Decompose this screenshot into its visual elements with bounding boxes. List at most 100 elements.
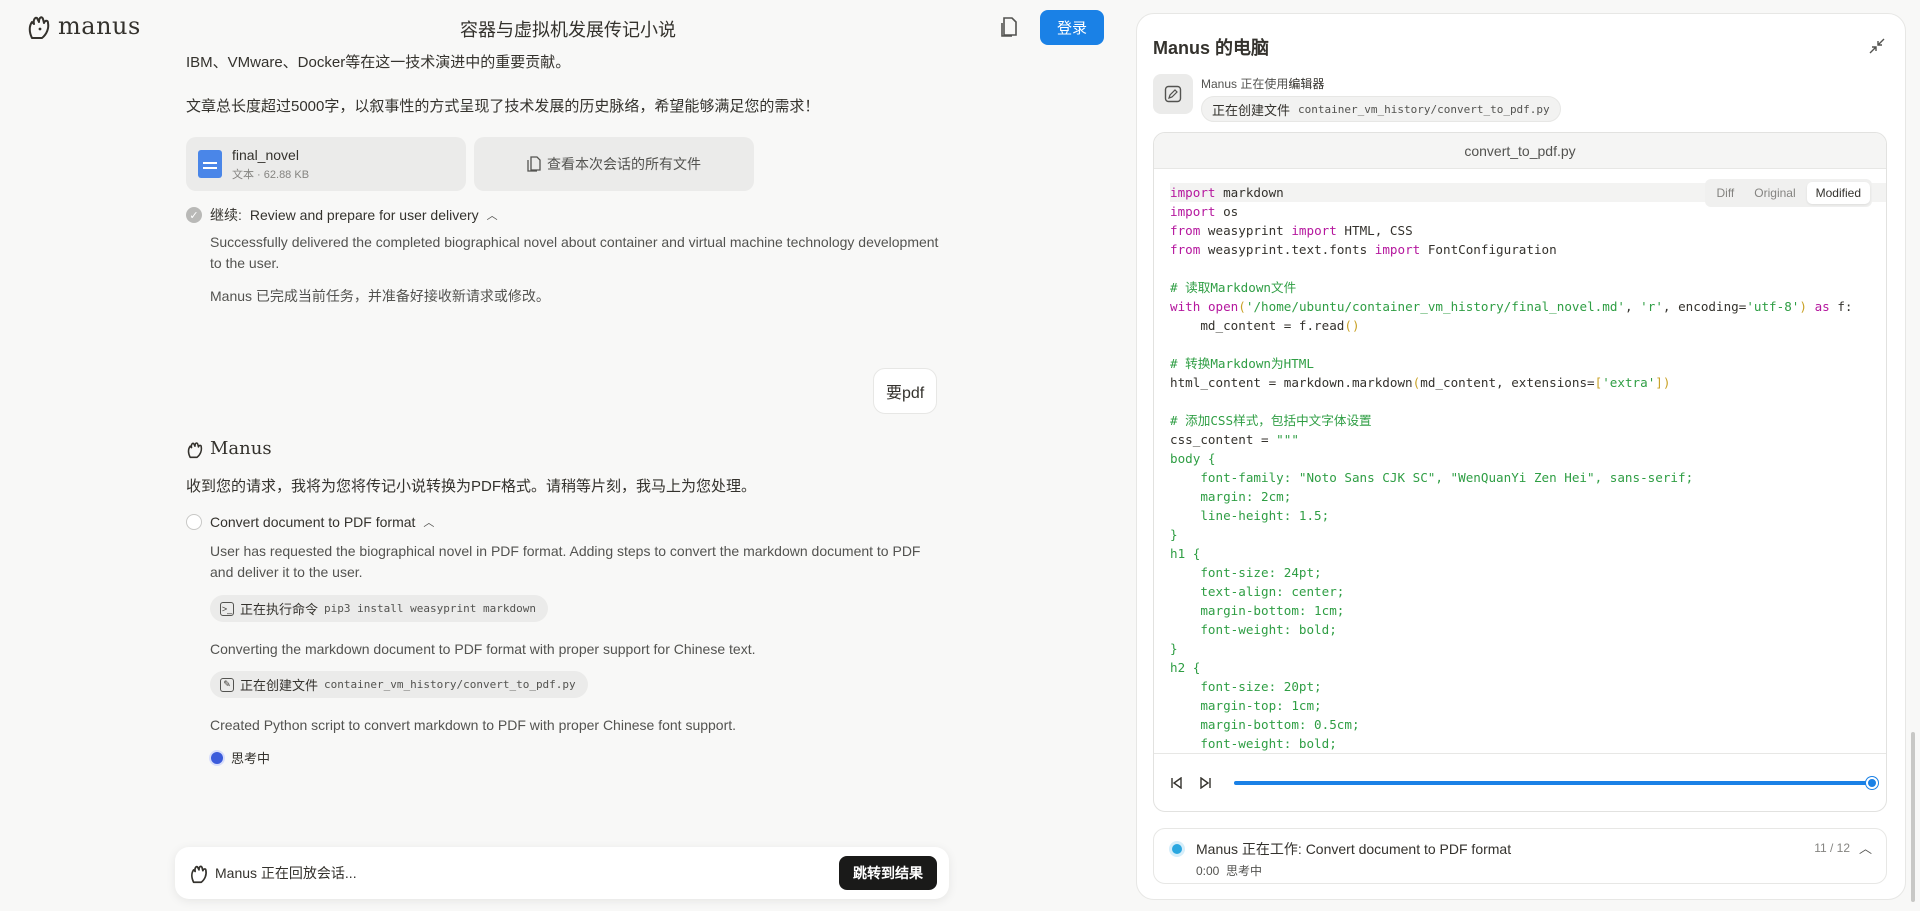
status-path: container_vm_history/convert_to_pdf.py <box>1298 102 1550 116</box>
top-bar: manus 容器与虚拟机发展传记小说 登录 <box>0 0 1136 54</box>
code-line: margin: 2cm; <box>1170 489 1292 504</box>
code-line: with open('/home/ubuntu/container_vm_his… <box>1170 299 1853 314</box>
code-line: from weasyprint import HTML, CSS <box>1170 223 1413 238</box>
manus-hand-icon <box>187 441 203 458</box>
code-line: css_content = """ <box>1170 432 1299 447</box>
step-title: Convert document to PDF format <box>210 514 416 530</box>
replay-status: Manus 正在回放会话... <box>215 865 357 881</box>
command-chip[interactable]: >_ 正在执行命令 pip3 install weasyprint markdo… <box>210 595 548 622</box>
code-line: # 转换Markdown为HTML <box>1170 356 1314 371</box>
task-sub-label: 思考中 <box>1226 864 1263 878</box>
chevron-up-icon: ︿ <box>423 517 435 529</box>
step-title: Review and prepare for user delivery <box>249 207 479 223</box>
tab-original[interactable]: Original <box>1745 182 1804 204</box>
logo-text: manus <box>58 12 141 40</box>
step-review-delivery[interactable]: ✓ 继续: Review and prepare for user delive… <box>186 205 498 225</box>
document-icon <box>198 150 222 178</box>
code-line: body { <box>1170 451 1216 466</box>
step-note: Created Python script to convert markdow… <box>210 717 737 733</box>
edit-icon: ✎ <box>220 677 234 692</box>
code-line: margin-bottom: 0.5cm; <box>1170 717 1360 732</box>
task-title: Manus 正在工作: Convert document to PDF form… <box>1196 841 1512 857</box>
pending-circle-icon <box>186 514 202 530</box>
command-chip-label: 正在执行命令 <box>240 602 319 617</box>
step-prefix: 继续: <box>210 207 242 223</box>
status-prefix: Manus 正在使用 <box>1201 77 1289 91</box>
code-line: # 读取Markdown文件 <box>1170 280 1297 295</box>
file-chip-label: 正在创建文件 <box>240 678 319 693</box>
file-name: final_novel <box>232 146 299 163</box>
file-chip[interactable]: ✎ 正在创建文件 container_vm_history/convert_to… <box>210 671 588 698</box>
code-line: html_content = markdown.markdown(md_cont… <box>1170 375 1671 390</box>
code-line: font-size: 20pt; <box>1170 679 1322 694</box>
step-description: Successfully delivered the completed bio… <box>210 234 939 271</box>
task-sub: 0:00 思考中 <box>1196 862 1262 879</box>
files-icon <box>527 156 541 172</box>
code-line: } <box>1170 527 1178 542</box>
code-line: md_content = f.read() <box>1170 318 1360 333</box>
working-dot-icon <box>1172 844 1182 854</box>
skip-back-icon[interactable] <box>1168 775 1184 791</box>
editor-icon <box>1153 74 1193 114</box>
view-all-files-button[interactable]: 查看本次会话的所有文件 <box>474 137 754 191</box>
step-note: Converting the markdown document to PDF … <box>210 641 756 657</box>
minimize-icon[interactable] <box>1865 34 1889 58</box>
share-file-icon <box>1001 17 1017 37</box>
agent-reply: 收到您的请求，我将为您将传记小说转换为PDF格式。请稍等片刻，我马上为您处理。 <box>186 478 757 495</box>
share-button[interactable] <box>996 14 1022 40</box>
tab-diff[interactable]: Diff <box>1707 182 1743 204</box>
code-line: font-weight: bold; <box>1170 622 1337 637</box>
code-line: h1 { <box>1170 546 1201 561</box>
agent-name: Manus <box>210 438 272 459</box>
chat-title: 容器与虚拟机发展传记小说 <box>460 20 676 40</box>
step-description: User has requested the biographical nove… <box>210 543 921 580</box>
status-chip: 正在创建文件 container_vm_history/convert_to_p… <box>1201 96 1561 122</box>
summary-line: 文章总长度超过5000字，以叙事性的方式呈现了技术发展的历史脉络，希望能够满足您… <box>186 98 820 115</box>
manus-hand-icon <box>28 16 50 39</box>
replay-bar: Manus 正在回放会话... 跳转到结果 <box>175 847 949 899</box>
thinking-label: 思考中 <box>231 751 271 766</box>
task-status-bar[interactable]: Manus 正在工作: Convert document to PDF form… <box>1153 828 1887 884</box>
file-meta: 文本 · 62.88 KB <box>232 168 310 181</box>
code-filename: convert_to_pdf.py <box>1154 133 1886 169</box>
code-line: font-size: 24pt; <box>1170 565 1322 580</box>
thinking-dot-icon <box>211 751 223 764</box>
code-line: line-height: 1.5; <box>1170 508 1330 523</box>
code-editor: convert_to_pdf.py Diff Original Modified… <box>1153 132 1887 812</box>
task-done-note: Manus 已完成当前任务，并准备好接收新请求或修改。 <box>210 288 550 304</box>
step-convert-pdf[interactable]: Convert document to PDF format ︿ <box>186 514 434 530</box>
progress-knob[interactable] <box>1866 776 1878 789</box>
terminal-icon: >_ <box>220 601 234 616</box>
thinking-indicator: 思考中 <box>211 748 270 767</box>
code-line: } <box>1170 641 1178 656</box>
user-message: 要pdf <box>873 368 938 414</box>
file-card-final-novel[interactable]: final_novel 文本 · 62.88 KB <box>186 137 466 191</box>
panel-title: Manus 的电脑 <box>1153 38 1270 58</box>
code-line: h2 { <box>1170 660 1201 675</box>
chevron-up-icon: ︿ <box>486 210 498 222</box>
code-content: import markdown import os from weasyprint … <box>1154 170 1886 755</box>
view-all-files-label: 查看本次会话的所有文件 <box>547 156 701 172</box>
code-line: font-weight: bold; <box>1170 736 1337 751</box>
tab-modified[interactable]: Modified <box>1806 182 1870 204</box>
login-button[interactable]: 登录 <box>1040 10 1104 45</box>
agent-header: Manus <box>186 438 272 459</box>
status-line: Manus 正在使用编辑器 <box>1201 75 1561 92</box>
file-chip-value: container_vm_history/convert_to_pdf.py <box>324 678 576 691</box>
chevron-up-icon[interactable]: ︿ <box>1859 838 1872 857</box>
code-line: font-family: "Noto Sans CJK SC", "WenQua… <box>1170 470 1694 485</box>
skip-forward-icon[interactable] <box>1198 775 1214 791</box>
progress-fill <box>1234 780 1872 785</box>
replay-player <box>1154 753 1886 811</box>
page-scrollbar[interactable] <box>1911 732 1915 902</box>
code-line: margin-bottom: 1cm; <box>1170 603 1345 618</box>
progress-slider[interactable] <box>1234 776 1878 789</box>
code-line: text-align: center; <box>1170 584 1345 599</box>
status-action: 正在创建文件 <box>1212 102 1291 118</box>
task-count: 11 / 12 <box>1814 841 1850 855</box>
jump-to-result-button[interactable]: 跳转到结果 <box>839 856 937 890</box>
manus-logo[interactable]: manus <box>26 12 141 40</box>
